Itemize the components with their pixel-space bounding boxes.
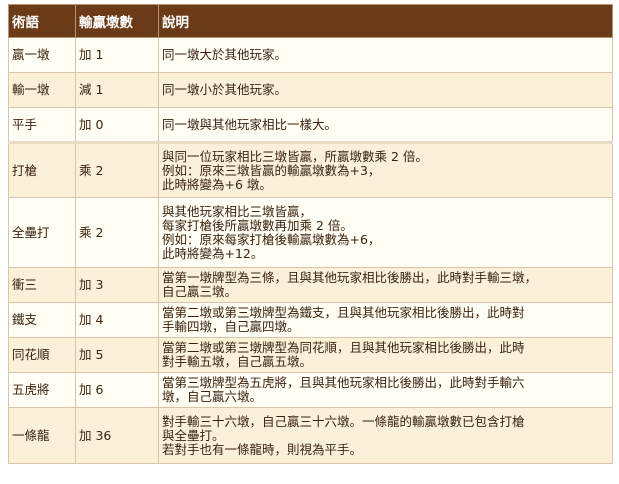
table-row: 贏一墩加 1 同一墩大於其他玩家。 — [8, 37, 613, 73]
row-value: 乘 2 — [75, 141, 159, 198]
row-term: 全壘打 — [8, 197, 76, 268]
description-line: 若對手也有一條龍時，則視為平手。 — [162, 441, 363, 457]
row-description: 同一墩與其他玩家相比一樣大。 — [158, 107, 613, 143]
row-description: 與其他玩家相比三墩皆贏， 每家打槍後所贏墩數再加乘 2 倍。 例如：原來每家打槍後輸… — [158, 197, 613, 268]
table-header-row: 術語 輸贏墩數 說明 — [8, 4, 613, 38]
description-line: 與其他玩家相比三墩皆贏， — [162, 203, 313, 219]
description-line: 手輸四墩，自己贏四墩。 — [162, 319, 300, 334]
description-line: 同一墩與其他玩家相比一樣大。 — [162, 116, 338, 132]
description-line: 與同一位玩家相比三墩皆贏，所贏墩數乘 2 倍。 — [162, 148, 428, 164]
table-row: 輸一墩減 1 同一墩小於其他玩家。 — [8, 72, 613, 108]
description-line: 此時將變為+12。 — [162, 245, 264, 261]
row-description: 當第一墩牌型為三條，且與其他玩家相比後勝出，此時對手輸三墩， 自己贏三墩。 — [158, 267, 613, 303]
description-line: 對手輸三十六墩，自己贏三十六墩。一條龍的輸贏墩數已包含打槍 — [162, 413, 525, 429]
description-line: 例如：原來每家打槍後輸贏墩數為+6， — [162, 231, 381, 247]
row-value: 減 1 — [75, 72, 159, 108]
description-line: 當第三墩牌型為五虎將，且與其他玩家相比後勝出，此時對手輸六 — [162, 375, 525, 390]
table-row: 衝三加 3 當第一墩牌型為三條，且與其他玩家相比後勝出，此時對手輸三墩， 自己贏三墩… — [8, 267, 613, 303]
row-value: 加 0 — [75, 107, 159, 143]
table-row: 打槍乘 2 與同一位玩家相比三墩皆贏，所贏墩數乘 2 倍。 例如：原來三墩皆贏的輸贏… — [8, 141, 613, 198]
row-value: 乘 2 — [75, 197, 159, 268]
description-line: 自己贏三墩。 — [162, 284, 238, 299]
row-value: 加 5 — [75, 337, 159, 373]
row-term: 贏一墩 — [8, 37, 76, 73]
description-line: 與全壘打。 — [162, 427, 225, 443]
description-line: 當第二墩或第三墩牌型為同花順，且與其他玩家相比後勝出，此時 — [162, 340, 525, 355]
description-line: 對手輸五墩，自己贏五墩。 — [162, 354, 313, 369]
description-line: 墩，自己贏六墩。 — [162, 389, 263, 404]
row-description: 當第三墩牌型為五虎將，且與其他玩家相比後勝出，此時對手輸六 墩，自己贏六墩。 — [158, 372, 613, 408]
row-value: 加 36 — [75, 407, 159, 464]
rules-table: 術語 輸贏墩數 說明 贏一墩加 1 同一墩大於其他玩家。 輸一墩減 1 同一墩小於其他… — [8, 4, 613, 464]
row-description: 當第二墩或第三墩牌型為鐵支，且與其他玩家相比後勝出，此時對 手輸四墩，自己贏四墩。 — [158, 302, 613, 338]
row-term: 五虎將 — [8, 372, 76, 408]
row-description: 同一墩大於其他玩家。 — [158, 37, 613, 73]
row-term: 一條龍 — [8, 407, 76, 464]
row-description: 同一墩小於其他玩家。 — [158, 72, 613, 108]
row-term: 同花順 — [8, 337, 76, 373]
description-line: 此時將變為+6 墩。 — [162, 176, 272, 192]
description-line: 當第一墩牌型為三條，且與其他玩家相比後勝出，此時對手輸三墩， — [162, 270, 538, 285]
table-row: 同花順加 5 當第二墩或第三墩牌型為同花順，且與其他玩家相比後勝出，此時 對手輸五墩… — [8, 337, 613, 373]
table-row: 平手加 0 同一墩與其他玩家相比一樣大。 — [8, 107, 613, 143]
header-value: 輸贏墩數 — [75, 4, 159, 38]
table-row: 鐵支加 4 當第二墩或第三墩牌型為鐵支，且與其他玩家相比後勝出，此時對 手輸四墩，自… — [8, 302, 613, 338]
table-row: 五虎將加 6 當第三墩牌型為五虎將，且與其他玩家相比後勝出，此時對手輸六 墩，自己贏… — [8, 372, 613, 408]
row-value: 加 6 — [75, 372, 159, 408]
row-term: 打槍 — [8, 141, 76, 198]
row-term: 衝三 — [8, 267, 76, 303]
row-value: 加 4 — [75, 302, 159, 338]
table-row: 全壘打乘 2 與其他玩家相比三墩皆贏， 每家打槍後所贏墩數再加乘 2 倍。 例如：原來… — [8, 197, 613, 268]
row-value: 加 3 — [75, 267, 159, 303]
description-line: 當第二墩或第三墩牌型為鐵支，且與其他玩家相比後勝出，此時對 — [162, 305, 525, 320]
row-term: 平手 — [8, 107, 76, 143]
page: 術語 輸贏墩數 說明 贏一墩加 1 同一墩大於其他玩家。 輸一墩減 1 同一墩小於其他… — [0, 0, 619, 484]
header-term: 術語 — [8, 4, 76, 38]
table-body: 贏一墩加 1 同一墩大於其他玩家。 輸一墩減 1 同一墩小於其他玩家。 平手加 0 同一墩… — [8, 37, 613, 464]
row-term: 輸一墩 — [8, 72, 76, 108]
description-line: 例如：原來三墩皆贏的輸贏墩數為+3， — [162, 162, 381, 178]
description-line: 同一墩小於其他玩家。 — [162, 82, 288, 97]
description-line: 每家打槍後所贏墩數再加乘 2 倍。 — [162, 217, 353, 233]
row-value: 加 1 — [75, 37, 159, 73]
row-description: 對手輸三十六墩，自己贏三十六墩。一條龍的輸贏墩數已包含打槍 與全壘打。 若對手也有一… — [158, 407, 613, 464]
row-term: 鐵支 — [8, 302, 76, 338]
description-line: 同一墩大於其他玩家。 — [162, 47, 288, 62]
row-description: 當第二墩或第三墩牌型為同花順，且與其他玩家相比後勝出，此時 對手輸五墩，自己贏五墩… — [158, 337, 613, 373]
table-row: 一條龍加 36 對手輸三十六墩，自己贏三十六墩。一條龍的輸贏墩數已包含打槍 與全壘打… — [8, 407, 613, 464]
row-description: 與同一位玩家相比三墩皆贏，所贏墩數乘 2 倍。 例如：原來三墩皆贏的輸贏墩數為+3… — [158, 141, 613, 198]
header-description: 說明 — [158, 4, 613, 38]
